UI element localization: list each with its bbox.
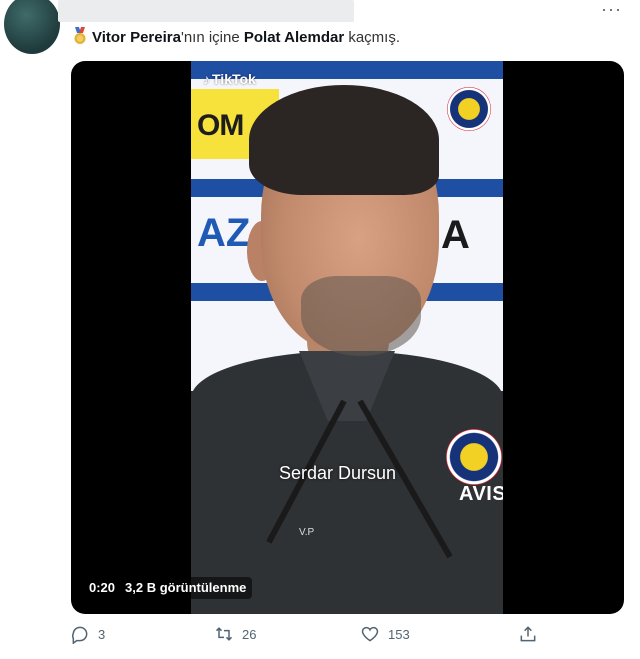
video-frame: OM AZ A AVIS ♪ TikTok Serdar Dursun V.P (191, 61, 503, 614)
heart-icon (361, 626, 379, 642)
sponsor-text: AZ (197, 211, 251, 255)
like-count: 153 (388, 626, 410, 642)
video-info-overlay: 0:20 3,2 B görüntülenme (83, 577, 253, 599)
share-icon (520, 626, 536, 642)
reply-button[interactable]: 3 (70, 624, 105, 644)
retweet-count: 26 (242, 626, 257, 642)
author-name-redacted (58, 0, 354, 22)
video-views: 3,2 B görüntülenme (125, 580, 247, 595)
tweet-actions: 3 26 153 (0, 620, 640, 650)
hair (249, 85, 439, 195)
beard (301, 276, 421, 356)
shirt-crest-icon (446, 429, 502, 485)
tiktok-label: TikTok (212, 71, 256, 87)
tweet-text-part-1: 'nın içine (180, 29, 244, 46)
club-crest-icon (447, 87, 491, 131)
video-player[interactable]: OM AZ A AVIS ♪ TikTok Serdar Dursun V.P 0… (71, 61, 624, 614)
reply-icon (72, 626, 88, 644)
retweet-button[interactable]: 26 (214, 624, 256, 644)
video-small-text: V.P (299, 527, 315, 538)
sponsor-text: A (441, 213, 470, 257)
like-button[interactable]: 153 (360, 624, 410, 644)
shirt-sponsor: AVIS (459, 483, 503, 505)
video-duration: 0:20 (89, 580, 116, 595)
tiktok-icon: ♪ (203, 71, 210, 87)
tweet-text-part-2: kaçmış. (344, 29, 401, 46)
share-button[interactable] (518, 624, 546, 644)
video-caption: Serdar Dursun (279, 463, 397, 483)
retweet-icon (215, 627, 233, 641)
tweet-text: Vitor Pereira'nın içine Polat Alemdar ka… (72, 27, 400, 48)
sponsor-text: OM (197, 109, 244, 142)
avatar[interactable] (4, 0, 60, 54)
mention-name-2: Polat Alemdar (243, 29, 345, 46)
medal-icon (74, 27, 86, 44)
more-options-icon[interactable]: ··· (601, 0, 622, 18)
tweet-header: ··· (0, 0, 640, 54)
tiktok-watermark: ♪ TikTok (203, 71, 256, 87)
reply-count: 3 (98, 626, 106, 642)
mention-name-1: Vitor Pereira (92, 29, 181, 46)
